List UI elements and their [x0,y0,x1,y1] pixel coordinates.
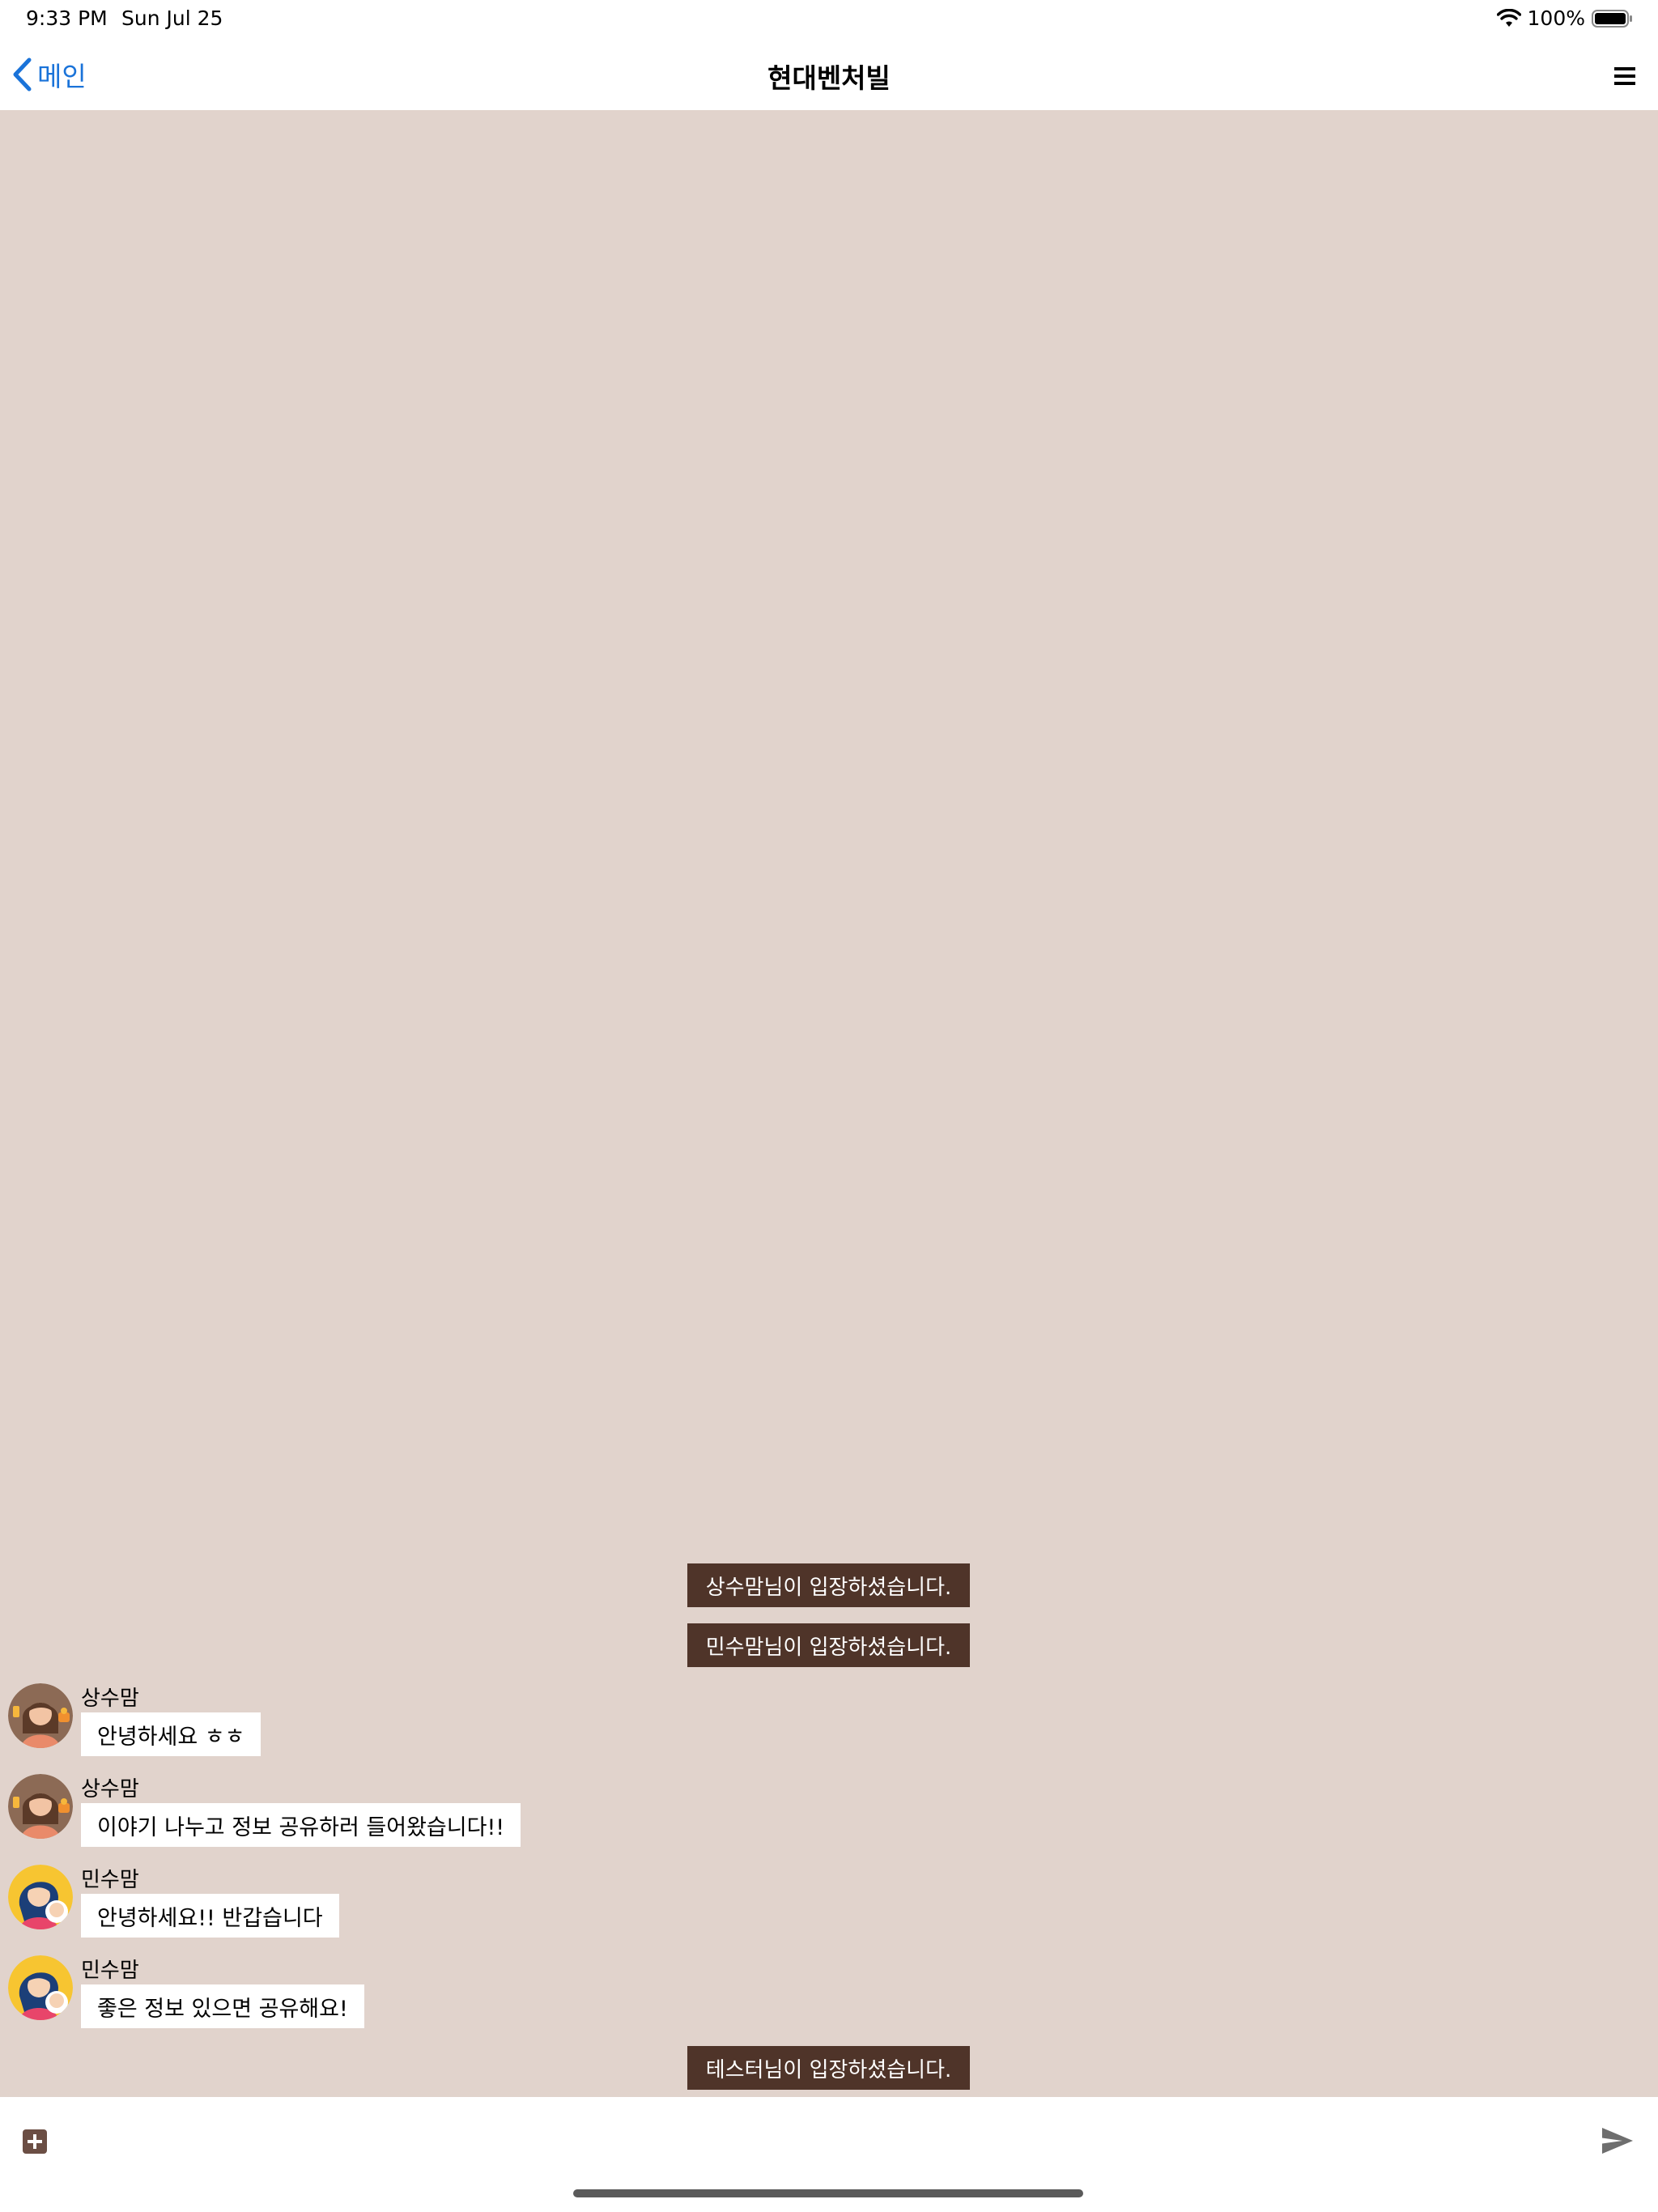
back-button[interactable]: 메인 [11,55,87,94]
status-bar: 9:33 PM Sun Jul 25 100% [0,0,1658,39]
sender-name: 상수맘 [81,1777,139,1802]
menu-button[interactable] [1608,60,1640,92]
system-notice: 테스터님이 입장하셨습니다. [687,2046,970,2090]
wifi-icon [1496,8,1521,28]
back-label: 메인 [37,61,87,92]
avatar[interactable] [8,1774,73,1839]
send-button[interactable] [1600,2125,1635,2157]
hamburger-menu-icon [1608,60,1640,92]
status-date: Sun Jul 25 [121,6,223,30]
message-bubble[interactable]: 안녕하세요 ㅎㅎ [81,1712,261,1756]
system-notice-text: 테스터님이 입장하셨습니다. [705,2057,952,2082]
avatar[interactable] [8,1865,73,1929]
message-bubble[interactable]: 좋은 정보 있으면 공유해요! [81,1984,364,2028]
message-text: 안녕하세요!! 반갑습니다 [97,1905,323,1931]
status-indicators: 100% [1496,6,1634,30]
send-icon [1600,2125,1635,2157]
avatar[interactable] [8,1955,73,2020]
avatar[interactable] [8,1683,73,1748]
sender-name: 민수맘 [81,1959,139,1983]
chat-message: 민수맘 좋은 정보 있으면 공유해요! [6,1954,978,2038]
system-notice: 민수맘님이 입장하셨습니다. [687,1623,970,1667]
chat-area[interactable]: 상수맘님이 입장하셨습니다. 민수맘님이 입장하셨습니다. 상수맘 안녕하세요 … [0,110,1658,2097]
chat-message: 민수맘 안녕하세요!! 반갑습니다 [6,1863,978,1947]
message-bubble[interactable]: 안녕하세요!! 반갑습니다 [81,1894,339,1938]
chat-message: 상수맘 이야기 나누고 정보 공유하러 들어왔습니다!! [6,1772,978,1857]
message-bubble[interactable]: 이야기 나누고 정보 공유하러 들어왔습니다!! [81,1803,521,1847]
attach-button[interactable] [21,2128,49,2155]
sender-name: 민수맘 [81,1868,139,1892]
battery-percent: 100% [1527,6,1585,30]
chat-room-title: 현대벤처빌 [767,62,891,94]
system-notice-text: 민수맘님이 입장하셨습니다. [705,1635,952,1660]
chat-message: 상수맘 안녕하세요 ㅎㅎ [6,1682,978,1766]
message-composer [0,2097,1658,2212]
message-text: 이야기 나누고 정보 공유하러 들어왔습니다!! [97,1814,505,1840]
message-text: 좋은 정보 있으면 공유해요! [97,1996,348,2022]
plus-square-icon [21,2128,49,2155]
home-indicator[interactable] [573,2189,1083,2197]
status-time: 9:33 PM [26,6,108,30]
chevron-left-icon [11,57,32,92]
battery-icon [1592,9,1634,28]
sender-name: 상수맘 [81,1687,139,1711]
system-notice: 상수맘님이 입장하셨습니다. [687,1563,970,1607]
system-notice-text: 상수맘님이 입장하셨습니다. [705,1575,952,1600]
message-input[interactable] [70,2116,1579,2168]
navigation-bar: 메인 현대벤처빌 [0,39,1658,111]
message-text: 안녕하세요 ㅎㅎ [97,1724,245,1750]
